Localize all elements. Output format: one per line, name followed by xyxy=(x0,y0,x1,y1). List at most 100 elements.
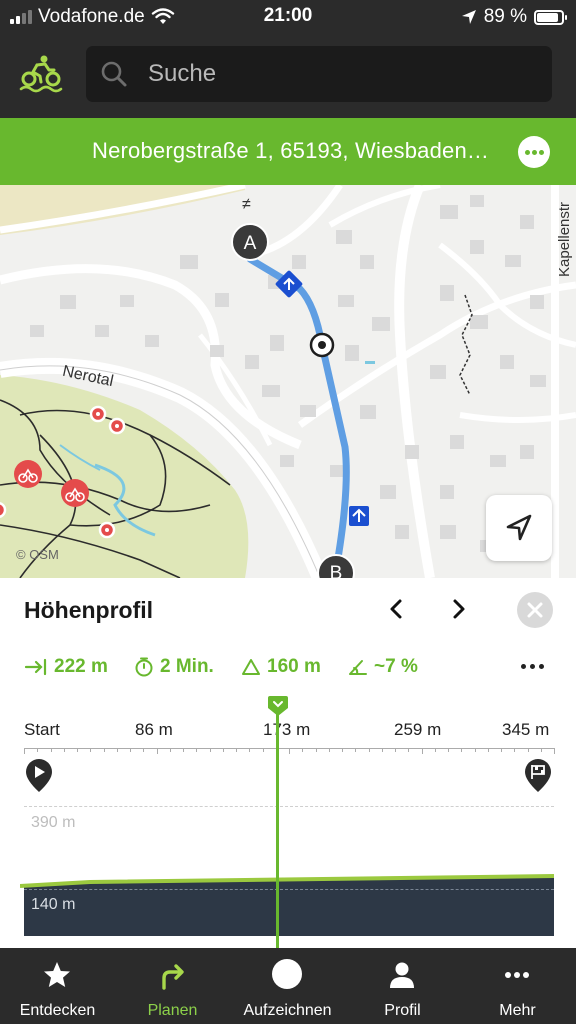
axis-tick xyxy=(90,748,92,752)
bike-poi-icon[interactable] xyxy=(14,460,42,488)
axis-tick xyxy=(395,748,396,752)
axis-tick xyxy=(24,748,25,754)
address-more-icon[interactable] xyxy=(518,136,550,168)
axis-tick xyxy=(302,748,304,752)
close-button[interactable] xyxy=(517,592,553,628)
elevation-panel: Höhenprofil 222 m 2 Min. 160 m ~7 % Star… xyxy=(0,578,576,948)
route-address: Nerobergstraße 1, 65193, Wiesbaden… xyxy=(92,138,490,163)
axis-tick xyxy=(37,748,39,752)
marker-a-label: B xyxy=(330,563,343,578)
tab-planen[interactable]: Planen xyxy=(115,948,230,1024)
axis-tick xyxy=(196,748,198,752)
gradient-icon xyxy=(349,660,367,675)
tab-label: Aufzeichnen xyxy=(243,1002,332,1019)
battery-percent: 89 % xyxy=(483,6,527,27)
elevation-gridline-min xyxy=(24,889,554,890)
axis-tick xyxy=(554,748,555,754)
axis-tick xyxy=(434,748,436,752)
stat-distance-value: 222 m xyxy=(54,656,108,677)
location-arrow-icon xyxy=(461,10,476,24)
stat-distance: 222 m xyxy=(24,656,108,678)
star-icon xyxy=(44,962,70,987)
route-direction-icon xyxy=(349,506,369,526)
tab-profil[interactable]: Profil xyxy=(345,948,460,1024)
axis-tick xyxy=(368,748,370,752)
elevation-area xyxy=(24,876,554,936)
axis-tick xyxy=(130,748,131,752)
tab-mehr[interactable]: Mehr xyxy=(460,948,575,1024)
elevation-max-label: 390 m xyxy=(31,814,76,831)
search-icon xyxy=(101,61,127,87)
marker-a[interactable]: B xyxy=(317,554,355,578)
tab-label: Planen xyxy=(147,1002,198,1019)
start-flag-icon xyxy=(26,759,52,792)
axis-tick xyxy=(183,748,184,752)
axis-tick xyxy=(143,748,145,752)
marker-b[interactable]: A xyxy=(231,223,269,261)
svg-text:≠: ≠ xyxy=(242,196,251,213)
axis-tick xyxy=(315,748,317,752)
axis-tick xyxy=(540,748,542,752)
bike-poi-icon[interactable] xyxy=(61,479,89,507)
axis-tick xyxy=(527,748,529,752)
profile-cursor-handle-icon[interactable] xyxy=(266,694,290,718)
axis-tick xyxy=(262,748,264,752)
axis-tick xyxy=(448,748,449,752)
bike-logo-icon[interactable] xyxy=(18,54,64,94)
status-right: 89 % xyxy=(461,6,567,28)
axis-tick xyxy=(328,748,330,752)
axis-tick xyxy=(77,748,78,752)
axis-tick xyxy=(461,748,463,752)
axis-label-345: 345 m xyxy=(502,720,550,739)
panel-title: Höhenprofil xyxy=(24,597,154,623)
poi-marker[interactable] xyxy=(108,417,126,435)
axis-tick xyxy=(421,748,423,754)
stat-duration: 2 Min. xyxy=(134,656,214,678)
tab-label: Mehr xyxy=(499,1002,536,1019)
axis-tick xyxy=(209,748,211,752)
stat-duration-value: 2 Min. xyxy=(160,656,214,677)
tab-aufzeichnen[interactable]: Aufzeichnen xyxy=(230,948,345,1024)
app-header xyxy=(0,34,576,118)
search-input[interactable] xyxy=(148,46,528,102)
map-attribution[interactable]: © OSM xyxy=(16,547,59,562)
axis-tick xyxy=(169,748,171,752)
axis-tick xyxy=(156,748,158,754)
axis-tick xyxy=(289,748,290,754)
chevron-left-icon[interactable] xyxy=(382,594,412,624)
map-view[interactable]: A B ≠ Nerotal Kapellenstr © OSM xyxy=(0,185,576,578)
axis-tick xyxy=(355,748,357,752)
elevation-profile-chart[interactable] xyxy=(20,870,554,936)
more-dots-icon xyxy=(505,972,529,978)
axis-tick xyxy=(501,748,502,752)
tab-entdecken[interactable]: Entdecken xyxy=(0,948,115,1024)
axis-tick xyxy=(487,748,489,752)
chevron-right-icon[interactable] xyxy=(443,594,473,624)
axis-tick xyxy=(408,748,410,752)
tab-label: Entdecken xyxy=(19,1002,96,1019)
marker-b-label: A xyxy=(244,233,257,254)
locate-me-button[interactable] xyxy=(486,495,552,561)
stopwatch-icon xyxy=(135,657,153,677)
close-icon xyxy=(527,602,543,618)
poi-marker[interactable] xyxy=(98,521,116,539)
stats-more-icon[interactable] xyxy=(520,664,548,670)
stat-gradient: ~7 % xyxy=(348,656,418,678)
person-icon xyxy=(390,962,414,988)
route-address-bar[interactable]: Nerobergstraße 1, 65193, Wiesbaden… xyxy=(0,118,576,185)
axis-label-86: 86 m xyxy=(135,720,173,739)
axis-label-259: 259 m xyxy=(394,720,442,739)
search-box[interactable] xyxy=(86,46,552,102)
record-icon xyxy=(272,959,302,989)
axis-tick xyxy=(116,748,118,752)
profile-cursor-line[interactable] xyxy=(276,710,279,948)
route-arrow-icon xyxy=(162,964,184,990)
tab-label: Profil xyxy=(384,1002,421,1019)
poi-marker[interactable] xyxy=(89,405,107,423)
stat-climb-value: 160 m xyxy=(267,656,321,677)
axis-tick xyxy=(381,748,383,752)
axis-tick xyxy=(249,748,251,752)
status-bar: Vodafone.de 21:00 89 % xyxy=(0,0,576,34)
axis-tick xyxy=(514,748,516,752)
street-label-kapellenstr: Kapellenstr xyxy=(556,201,573,277)
